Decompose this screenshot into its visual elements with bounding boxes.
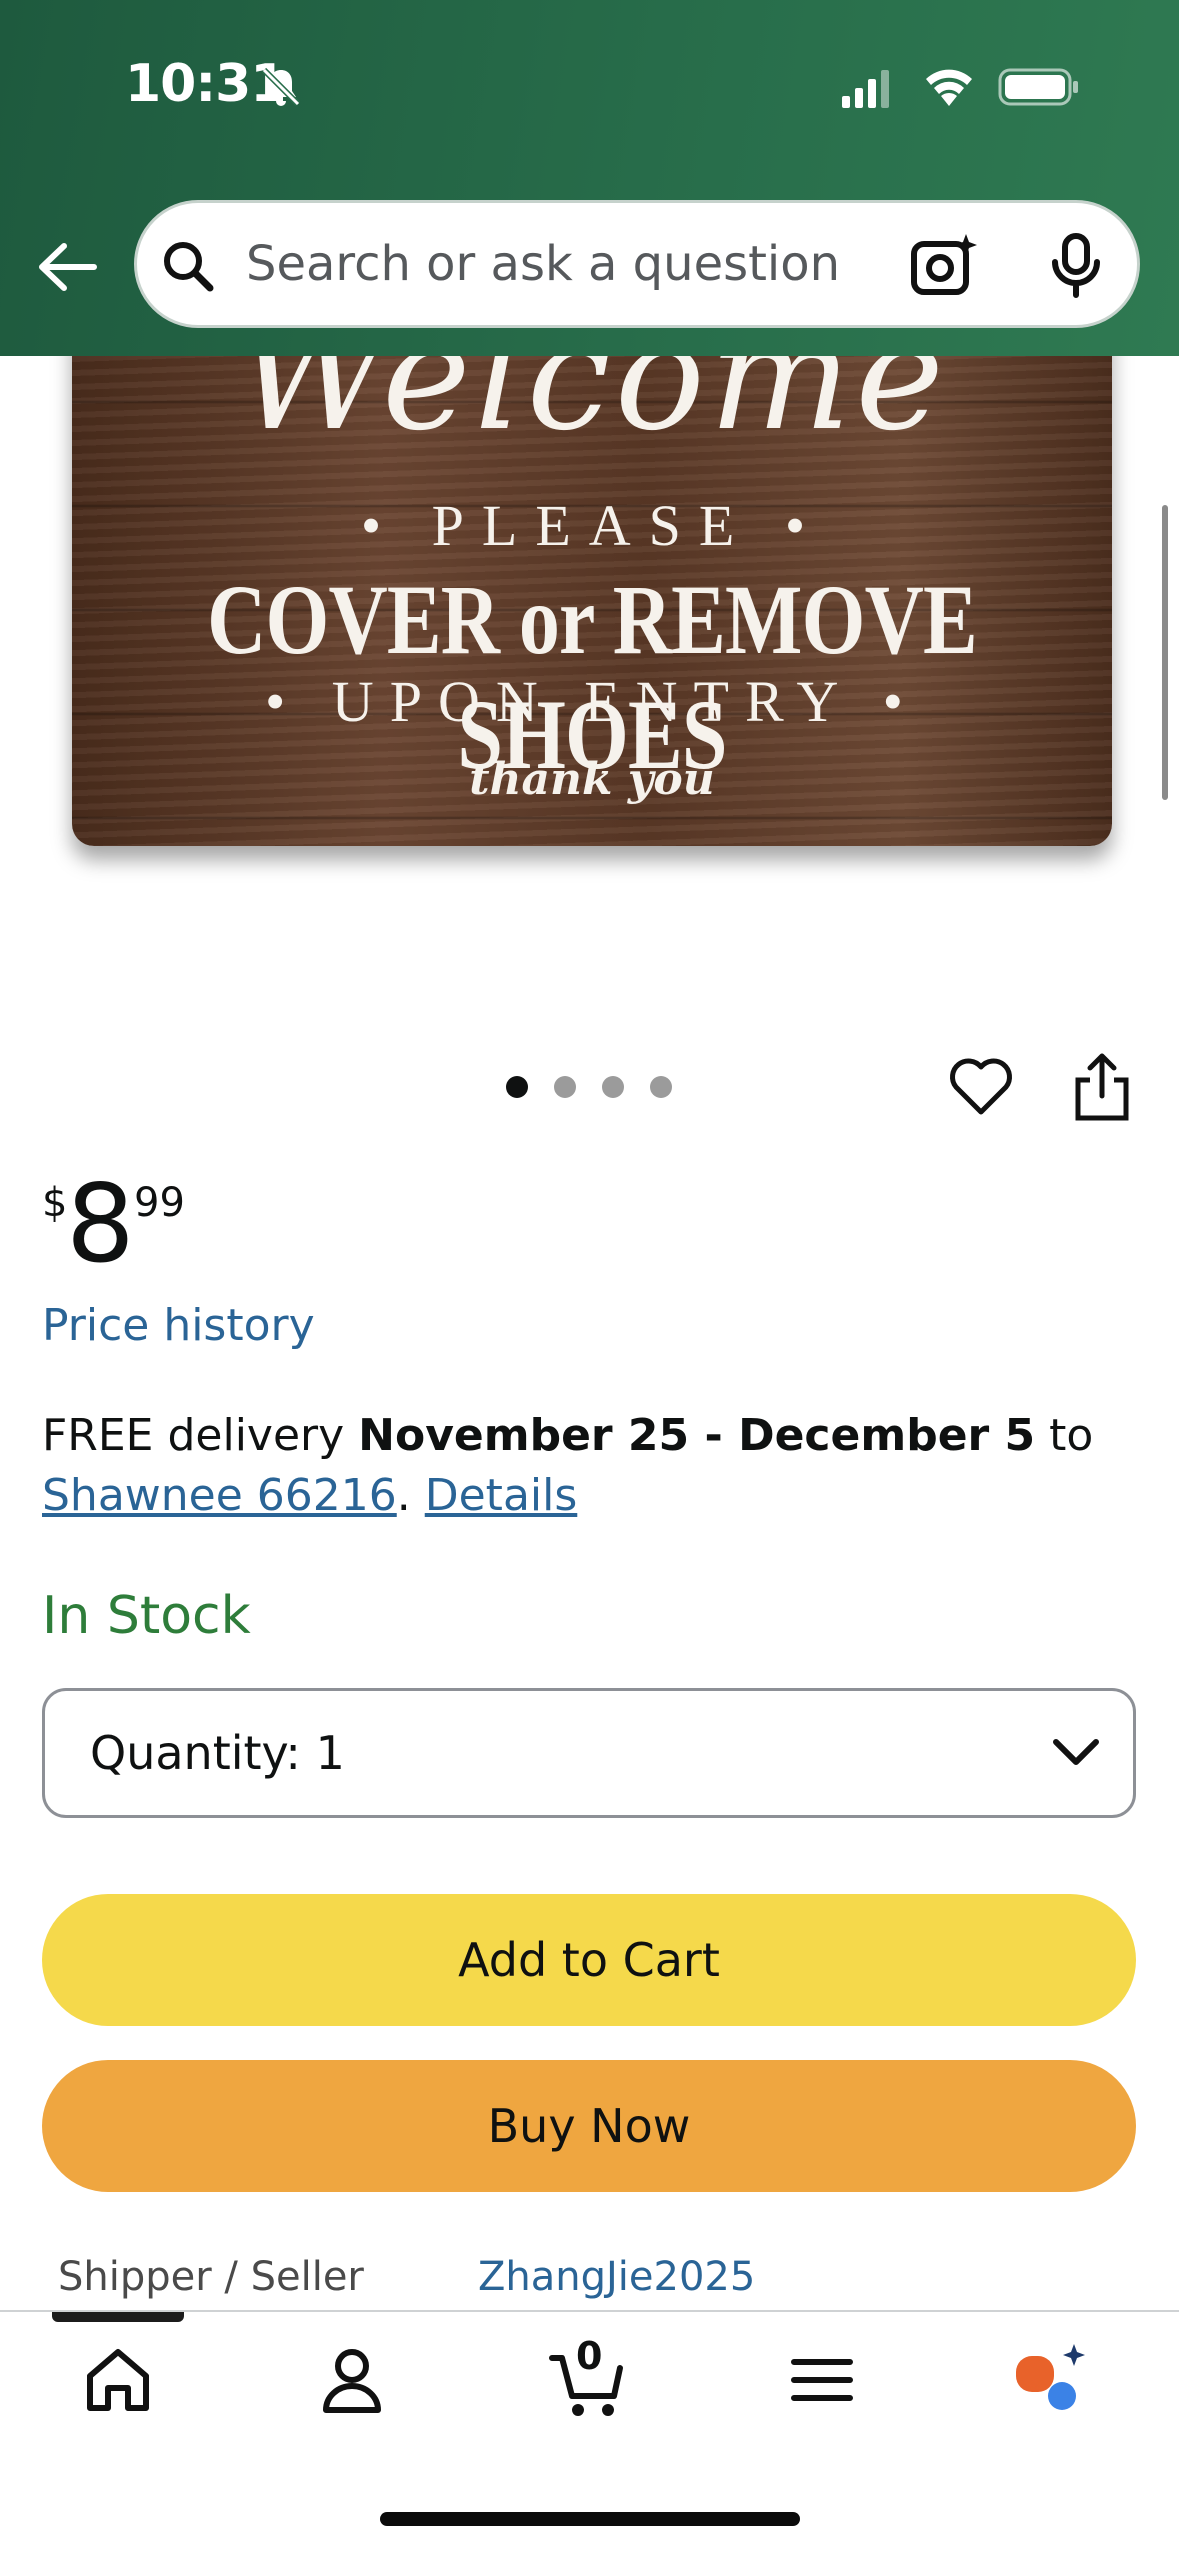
carousel-dot[interactable] xyxy=(602,1076,624,1098)
delivery-separator: . xyxy=(396,1470,425,1521)
scrollbar[interactable] xyxy=(1162,505,1168,800)
search-icon xyxy=(164,242,214,292)
account-icon[interactable] xyxy=(312,2340,392,2420)
quantity-text: Quantity: 1 xyxy=(90,1726,345,1780)
search-input[interactable]: Search or ask a question xyxy=(246,236,840,292)
home-indicator xyxy=(380,2512,800,2526)
back-arrow-icon[interactable] xyxy=(34,240,98,294)
price-fraction: 99 xyxy=(134,1180,185,1226)
delivery-prefix: FREE delivery xyxy=(42,1410,359,1461)
chevron-down-icon xyxy=(1053,1739,1099,1765)
seller-link[interactable]: ZhangJie2025 xyxy=(478,2254,755,2300)
price-history-link[interactable]: Price history xyxy=(42,1300,315,1351)
delivery-details-link[interactable]: Details xyxy=(425,1470,578,1521)
heart-icon[interactable] xyxy=(946,1054,1016,1118)
add-to-cart-button[interactable]: Add to Cart xyxy=(42,1894,1136,2026)
shipper-seller-label: Shipper / Seller xyxy=(58,2254,364,2300)
share-icon[interactable] xyxy=(1070,1052,1134,1122)
battery-icon xyxy=(998,68,1078,106)
rufus-ai-icon[interactable] xyxy=(1010,2340,1090,2420)
delivery-dates: November 25 - December 5 xyxy=(358,1410,1036,1461)
product-image[interactable]: Welcome • PLEASE • COVER or REMOVE SHOES… xyxy=(72,300,1112,846)
quantity-value: 1 xyxy=(315,1726,345,1780)
carousel-dot[interactable] xyxy=(554,1076,576,1098)
price-whole: 8 xyxy=(66,1162,135,1287)
delivery-to: to xyxy=(1035,1410,1094,1461)
nav-active-indicator xyxy=(52,2312,184,2322)
bell-slash-icon xyxy=(261,67,301,107)
buy-now-button[interactable]: Buy Now xyxy=(42,2060,1136,2192)
availability-status: In Stock xyxy=(42,1586,251,1646)
carousel-dot-active[interactable] xyxy=(506,1076,528,1098)
delivery-location-link[interactable]: Shawnee 66216 xyxy=(42,1470,397,1521)
menu-icon[interactable] xyxy=(782,2340,862,2420)
microphone-icon[interactable] xyxy=(1046,232,1106,298)
quantity-label: Quantity: xyxy=(90,1726,301,1780)
cart-count-badge: 0 xyxy=(576,2334,603,2378)
camera-lens-icon[interactable] xyxy=(910,232,978,298)
sign-text-thanks: thank you xyxy=(469,754,715,805)
sign-text-please: • PLEASE • xyxy=(360,493,824,558)
wifi-icon xyxy=(926,69,972,106)
carousel-dot[interactable] xyxy=(650,1076,672,1098)
home-icon[interactable] xyxy=(78,2340,158,2420)
price-currency: $ xyxy=(42,1180,68,1226)
delivery-info: FREE delivery November 25 - December 5 t… xyxy=(42,1406,1142,1526)
cellular-signal-icon xyxy=(842,70,889,108)
sign-text-entry: • UPON ENTRY • xyxy=(265,669,919,734)
